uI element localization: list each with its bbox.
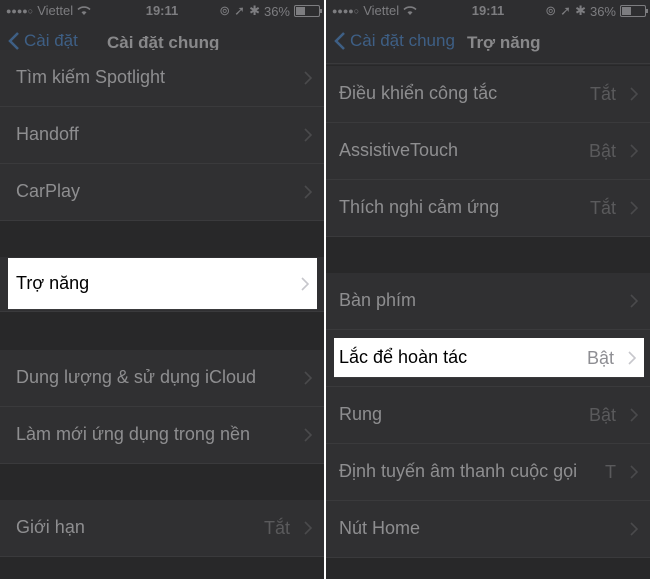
- list-item-call-audio-routing[interactable]: Định tuyến âm thanh cuộc gọi T: [326, 444, 650, 501]
- section-gap: [0, 221, 324, 257]
- battery-icon: [620, 5, 648, 17]
- back-button-label: Cài đặt chung: [350, 31, 455, 50]
- list-item-value: Tắt: [589, 198, 616, 218]
- chevron-right-icon: [630, 465, 638, 479]
- orientation-lock-icon: ⊚: [219, 3, 231, 18]
- section-gap: [326, 558, 650, 579]
- status-bar: ●●●●○ Viettel 19:11 ⊚ ➚ ✱ 36%: [326, 0, 650, 20]
- battery-icon: [294, 5, 322, 17]
- list-item-value: Tắt: [263, 518, 290, 538]
- chevron-right-icon: [301, 277, 309, 291]
- list-item-handoff[interactable]: Handoff: [0, 107, 324, 164]
- list-item-carplay[interactable]: CarPlay: [0, 164, 324, 221]
- list-item-label: Giới hạn: [16, 517, 85, 537]
- chevron-right-icon: [630, 408, 638, 422]
- chevron-right-icon: [630, 522, 638, 536]
- chevron-right-icon: [628, 351, 636, 365]
- list-item-label: Dung lượng & sử dụng iCloud: [16, 367, 257, 387]
- chevron-right-icon: [630, 294, 638, 308]
- list-item-shake-to-undo[interactable]: Lắc để hoàn tác Bật: [334, 338, 644, 378]
- location-icon: ➚: [234, 3, 246, 18]
- list-item-icloud-storage[interactable]: Dung lượng & sử dụng iCloud: [0, 350, 324, 407]
- chevron-left-icon: [334, 32, 345, 50]
- navigation-bar: Cài đặt chung Trợ năng: [326, 20, 650, 64]
- back-button[interactable]: Cài đặt chung: [334, 31, 455, 51]
- status-right: ⊚ ➚ ✱ 36%: [219, 3, 322, 19]
- list-item-keyboard[interactable]: Bàn phím: [326, 273, 650, 330]
- orientation-lock-icon: ⊚: [545, 3, 557, 18]
- list-item-assistivetouch[interactable]: AssistiveTouch Bật: [326, 123, 650, 180]
- chevron-right-icon: [304, 185, 312, 199]
- list-item-touch-accommodations[interactable]: Thích nghi cảm ứng Tắt: [326, 180, 650, 237]
- list-item-spotlight-search[interactable]: Tìm kiếm Spotlight: [0, 50, 324, 107]
- list-item-value: Bật: [586, 348, 614, 368]
- list-item-label: Rung: [339, 404, 383, 424]
- list-item-label: Làm mới ứng dụng trong nền: [16, 424, 250, 444]
- chevron-right-icon: [304, 71, 312, 85]
- list-item-label: Trợ năng: [16, 273, 90, 293]
- section-gap: [0, 557, 324, 579]
- chevron-right-icon: [630, 144, 638, 158]
- list-item-label: CarPlay: [16, 181, 81, 201]
- list-item-label: Lắc để hoàn tác: [339, 347, 468, 367]
- list-item-background-refresh[interactable]: Làm mới ứng dụng trong nền: [0, 407, 324, 464]
- back-button-label: Cài đặt: [24, 31, 78, 50]
- chevron-right-icon: [304, 128, 312, 142]
- list-item-vibration[interactable]: Rung Bật: [326, 387, 650, 444]
- list-item-accessibility[interactable]: Trợ năng: [8, 258, 317, 310]
- chevron-right-icon: [630, 201, 638, 215]
- list-item-label: Tìm kiếm Spotlight: [16, 67, 166, 87]
- bluetooth-icon: ✱: [575, 3, 586, 18]
- back-button[interactable]: Cài đặt: [8, 31, 78, 51]
- list-item-label: Điều khiển công tắc: [339, 83, 498, 103]
- page-title: Trợ năng: [467, 33, 541, 52]
- battery-percent: 36%: [589, 3, 616, 19]
- chevron-right-icon: [630, 87, 638, 101]
- list-item-label: Bàn phím: [339, 290, 417, 310]
- list-item-switch-control[interactable]: Điều khiển công tắc Tắt: [326, 66, 650, 123]
- list-item-label: Định tuyến âm thanh cuộc gọi: [339, 461, 578, 481]
- chevron-right-icon: [304, 428, 312, 442]
- section-gap: [0, 464, 324, 500]
- list-item-value: T: [605, 462, 616, 482]
- list-item-label: Nút Home: [339, 518, 421, 538]
- location-icon: ➚: [560, 3, 572, 18]
- list-item-value: Bật: [588, 405, 616, 425]
- section-gap: [0, 312, 324, 350]
- settings-general-screen: ●●●●○ Viettel 19:11 ⊚ ➚ ✱ 36% Cài đặt Cà…: [0, 0, 324, 579]
- chevron-right-icon: [304, 521, 312, 535]
- chevron-left-icon: [8, 32, 19, 50]
- list-item-restrictions[interactable]: Giới hạn Tắt: [0, 500, 324, 557]
- accessibility-screen: ●●●●○ Viettel 19:11 ⊚ ➚ ✱ 36% Cài đặt ch…: [326, 0, 650, 579]
- battery-percent: 36%: [263, 3, 290, 19]
- list-item-label: Thích nghi cảm ứng: [339, 197, 500, 217]
- list-item-label: AssistiveTouch: [339, 140, 459, 160]
- status-bar: ●●●●○ Viettel 19:11 ⊚ ➚ ✱ 36%: [0, 0, 324, 20]
- bluetooth-icon: ✱: [249, 3, 260, 18]
- list-item-label: Handoff: [16, 124, 79, 144]
- section-gap: [326, 237, 650, 273]
- list-item-home-button[interactable]: Nút Home: [326, 501, 650, 558]
- status-right: ⊚ ➚ ✱ 36%: [545, 3, 648, 19]
- list-item-value: Bật: [588, 141, 616, 161]
- chevron-right-icon: [304, 371, 312, 385]
- list-item-value: Tắt: [589, 84, 616, 104]
